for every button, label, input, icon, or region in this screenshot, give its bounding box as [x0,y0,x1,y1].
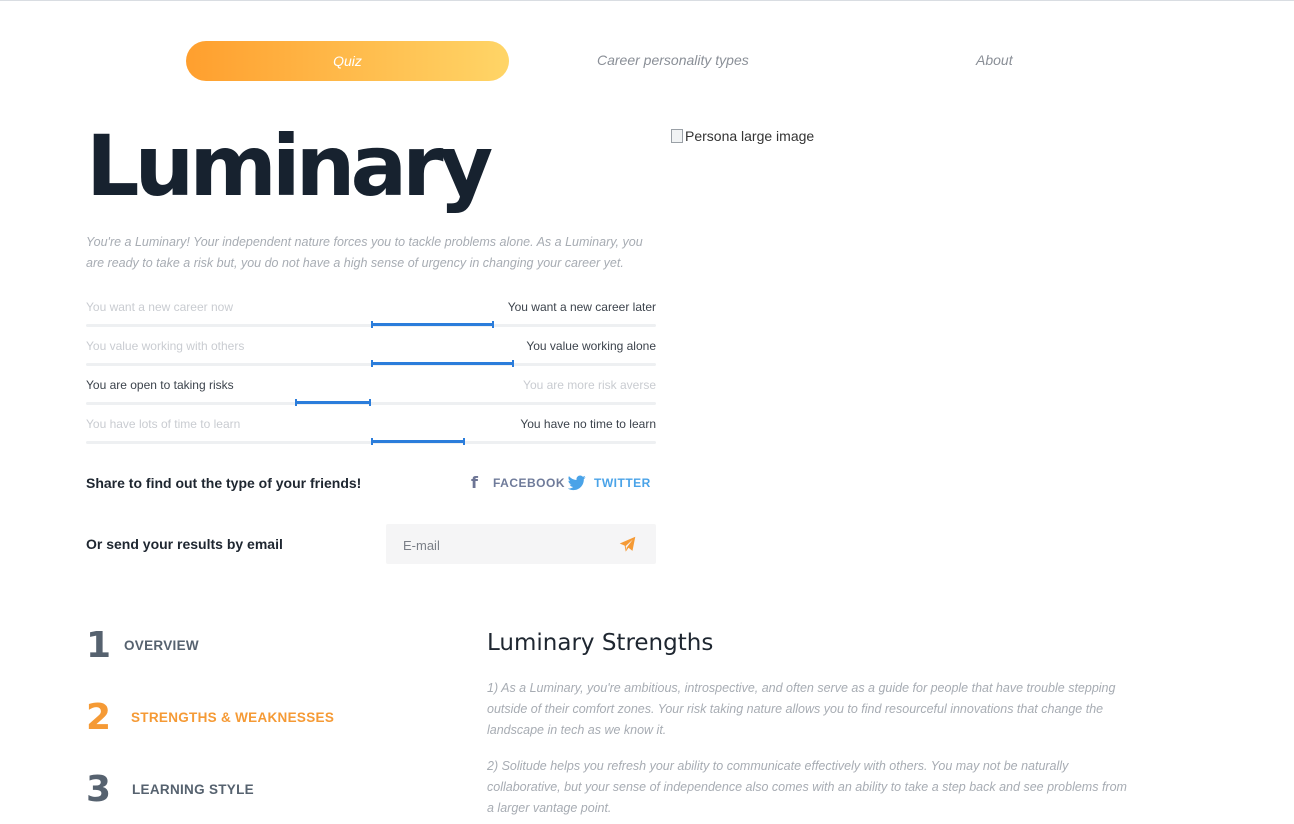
section-link-strengths-weaknesses[interactable]: 2 STRENGTHS & WEAKNESSES [86,697,334,738]
persona-image: Persona large image [671,128,814,144]
trait-label-right: You value working alone [526,339,656,353]
top-divider [0,0,1294,1]
strength-paragraph-1: 1) As a Luminary, you're ambitious, intr… [487,681,1116,737]
trait-slider-work-style: You value working with others You value … [86,339,656,371]
persona-title: Luminary [86,117,493,215]
email-input[interactable] [401,524,605,566]
trait-fill [371,321,494,328]
nav-about-link[interactable]: About [976,52,1013,68]
section-link-learning-style[interactable]: 3 LEARNING STYLE [86,769,254,810]
trait-label-right: You are more risk averse [523,378,656,392]
trait-fill [295,399,371,406]
trait-label-right: You want a new career later [507,300,656,314]
trait-label-left: You value working with others [86,339,245,353]
section-label: OVERVIEW [124,638,199,653]
trait-label-right: You have no time to learn [520,417,656,431]
trait-slider-risk: You are open to taking risks You are mor… [86,378,656,410]
section-number: 1 [86,625,112,666]
trait-track [86,402,656,405]
strengths-heading: Luminary Strengths [487,630,714,656]
paper-plane-icon[interactable] [619,536,636,553]
persona-image-alt: Persona large image [685,128,815,144]
section-number: 3 [86,769,112,810]
section-number: 2 [86,697,112,738]
share-heading: Share to find out the type of your frien… [86,475,362,491]
trait-fill [371,360,514,367]
section-label: STRENGTHS & WEAKNESSES [131,710,335,725]
email-heading: Or send your results by email [86,536,283,552]
twitter-icon [568,475,586,491]
nav-quiz-button[interactable]: Quiz [186,41,509,81]
facebook-label: FACEBOOK [493,476,566,490]
facebook-share-button[interactable]: f FACEBOOK [471,475,565,491]
section-label: LEARNING STYLE [132,782,254,797]
trait-label-left: You are open to taking risks [86,378,234,392]
persona-description: You're a Luminary! Your independent natu… [86,235,643,270]
twitter-share-button[interactable]: TWITTER [568,475,651,491]
twitter-label: TWITTER [594,476,651,490]
email-form [386,524,656,566]
strength-paragraph-2: 2) Solitude helps you refresh your abili… [487,759,1127,815]
trait-label-left: You want a new career now [86,300,233,314]
broken-image-icon [671,129,683,143]
facebook-icon: f [471,473,479,492]
trait-slider-career-timing: You want a new career now You want a new… [86,300,656,332]
nav-career-personality-types-link[interactable]: Career personality types [597,52,749,68]
trait-label-left: You have lots of time to learn [86,417,241,431]
trait-slider-learning-time: You have lots of time to learn You have … [86,417,656,449]
trait-fill [371,438,465,445]
section-link-overview[interactable]: 1 OVERVIEW [86,625,199,666]
